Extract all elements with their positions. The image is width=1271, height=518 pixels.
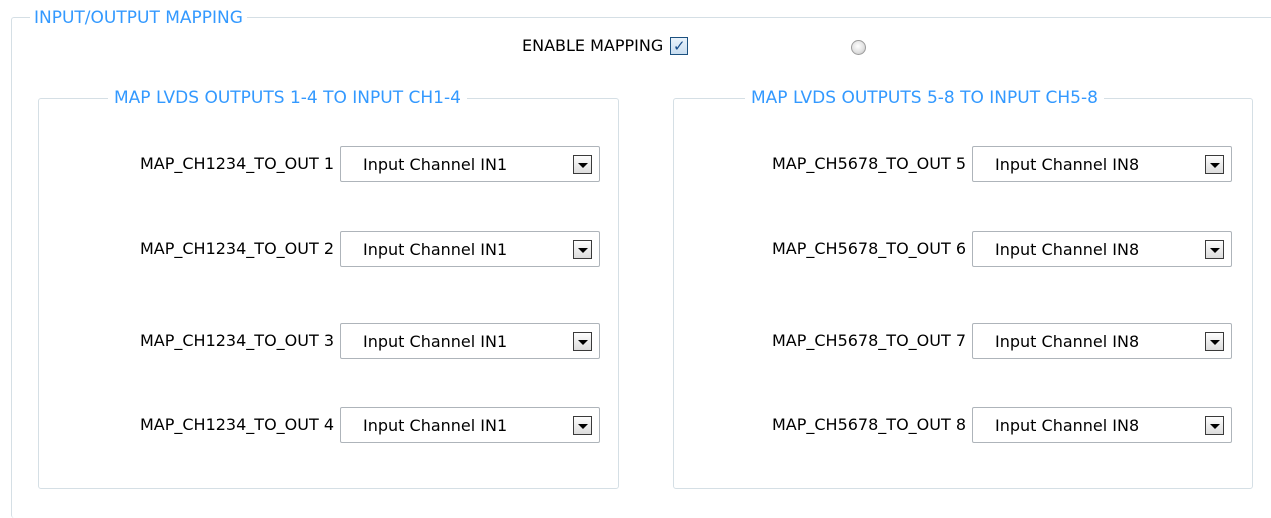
mapping-row-out4: MAP_CH1234_TO_OUT 4 Input Channel IN1 (80, 407, 600, 443)
chevron-down-icon[interactable] (573, 240, 592, 259)
mapping-row-out1: MAP_CH1234_TO_OUT 1 Input Channel IN1 (80, 146, 600, 182)
enable-mapping-label: ENABLE MAPPING (522, 36, 664, 55)
enable-mapping-checkbox[interactable]: ✓ (670, 37, 689, 55)
dropdown-value: Input Channel IN1 (363, 331, 508, 351)
status-radio-button[interactable] (851, 40, 866, 55)
mapping-label: MAP_CH5678_TO_OUT 6 (771, 239, 966, 258)
mapping-label: MAP_CH1234_TO_OUT 4 (139, 415, 334, 434)
mapping-row-out7: MAP_CH5678_TO_OUT 7 Input Channel IN8 (712, 323, 1232, 359)
mapping-label: MAP_CH5678_TO_OUT 8 (771, 415, 966, 434)
right-mapping-title: MAP LVDS OUTPUTS 5-8 TO INPUT CH5-8 (745, 88, 1104, 108)
chevron-down-icon[interactable] (1205, 416, 1224, 435)
mapping-dropdown-out4[interactable]: Input Channel IN1 (340, 407, 600, 443)
mapping-row-out5: MAP_CH5678_TO_OUT 5 Input Channel IN8 (712, 146, 1232, 182)
mapping-dropdown-out7[interactable]: Input Channel IN8 (972, 323, 1232, 359)
mapping-label: MAP_CH5678_TO_OUT 5 (771, 154, 966, 173)
mapping-dropdown-out1[interactable]: Input Channel IN1 (340, 146, 600, 182)
dropdown-value: Input Channel IN1 (363, 154, 508, 174)
enable-mapping: ENABLE MAPPING ✓ (522, 36, 689, 56)
chevron-down-icon[interactable] (1205, 155, 1224, 174)
mapping-row-out2: MAP_CH1234_TO_OUT 2 Input Channel IN1 (80, 231, 600, 267)
left-mapping-title: MAP LVDS OUTPUTS 1-4 TO INPUT CH1-4 (108, 88, 467, 108)
mapping-row-out8: MAP_CH5678_TO_OUT 8 Input Channel IN8 (712, 407, 1232, 443)
chevron-down-icon[interactable] (573, 416, 592, 435)
dropdown-value: Input Channel IN1 (363, 239, 508, 259)
mapping-label: MAP_CH1234_TO_OUT 2 (139, 239, 334, 258)
mapping-dropdown-out8[interactable]: Input Channel IN8 (972, 407, 1232, 443)
mapping-dropdown-out2[interactable]: Input Channel IN1 (340, 231, 600, 267)
chevron-down-icon[interactable] (1205, 240, 1224, 259)
mapping-row-out3: MAP_CH1234_TO_OUT 3 Input Channel IN1 (80, 323, 600, 359)
chevron-down-icon[interactable] (573, 155, 592, 174)
mapping-label: MAP_CH5678_TO_OUT 7 (771, 331, 966, 350)
dropdown-value: Input Channel IN8 (995, 415, 1140, 435)
dropdown-value: Input Channel IN8 (995, 154, 1140, 174)
mapping-dropdown-out6[interactable]: Input Channel IN8 (972, 231, 1232, 267)
mapping-label: MAP_CH1234_TO_OUT 1 (139, 154, 334, 173)
mapping-label: MAP_CH1234_TO_OUT 3 (139, 331, 334, 350)
mapping-dropdown-out5[interactable]: Input Channel IN8 (972, 146, 1232, 182)
io-mapping-title: INPUT/OUTPUT MAPPING (30, 8, 247, 28)
chevron-down-icon[interactable] (1205, 332, 1224, 351)
dropdown-value: Input Channel IN8 (995, 239, 1140, 259)
mapping-row-out6: MAP_CH5678_TO_OUT 6 Input Channel IN8 (712, 231, 1232, 267)
mapping-dropdown-out3[interactable]: Input Channel IN1 (340, 323, 600, 359)
dropdown-value: Input Channel IN1 (363, 415, 508, 435)
chevron-down-icon[interactable] (573, 332, 592, 351)
dropdown-value: Input Channel IN8 (995, 331, 1140, 351)
